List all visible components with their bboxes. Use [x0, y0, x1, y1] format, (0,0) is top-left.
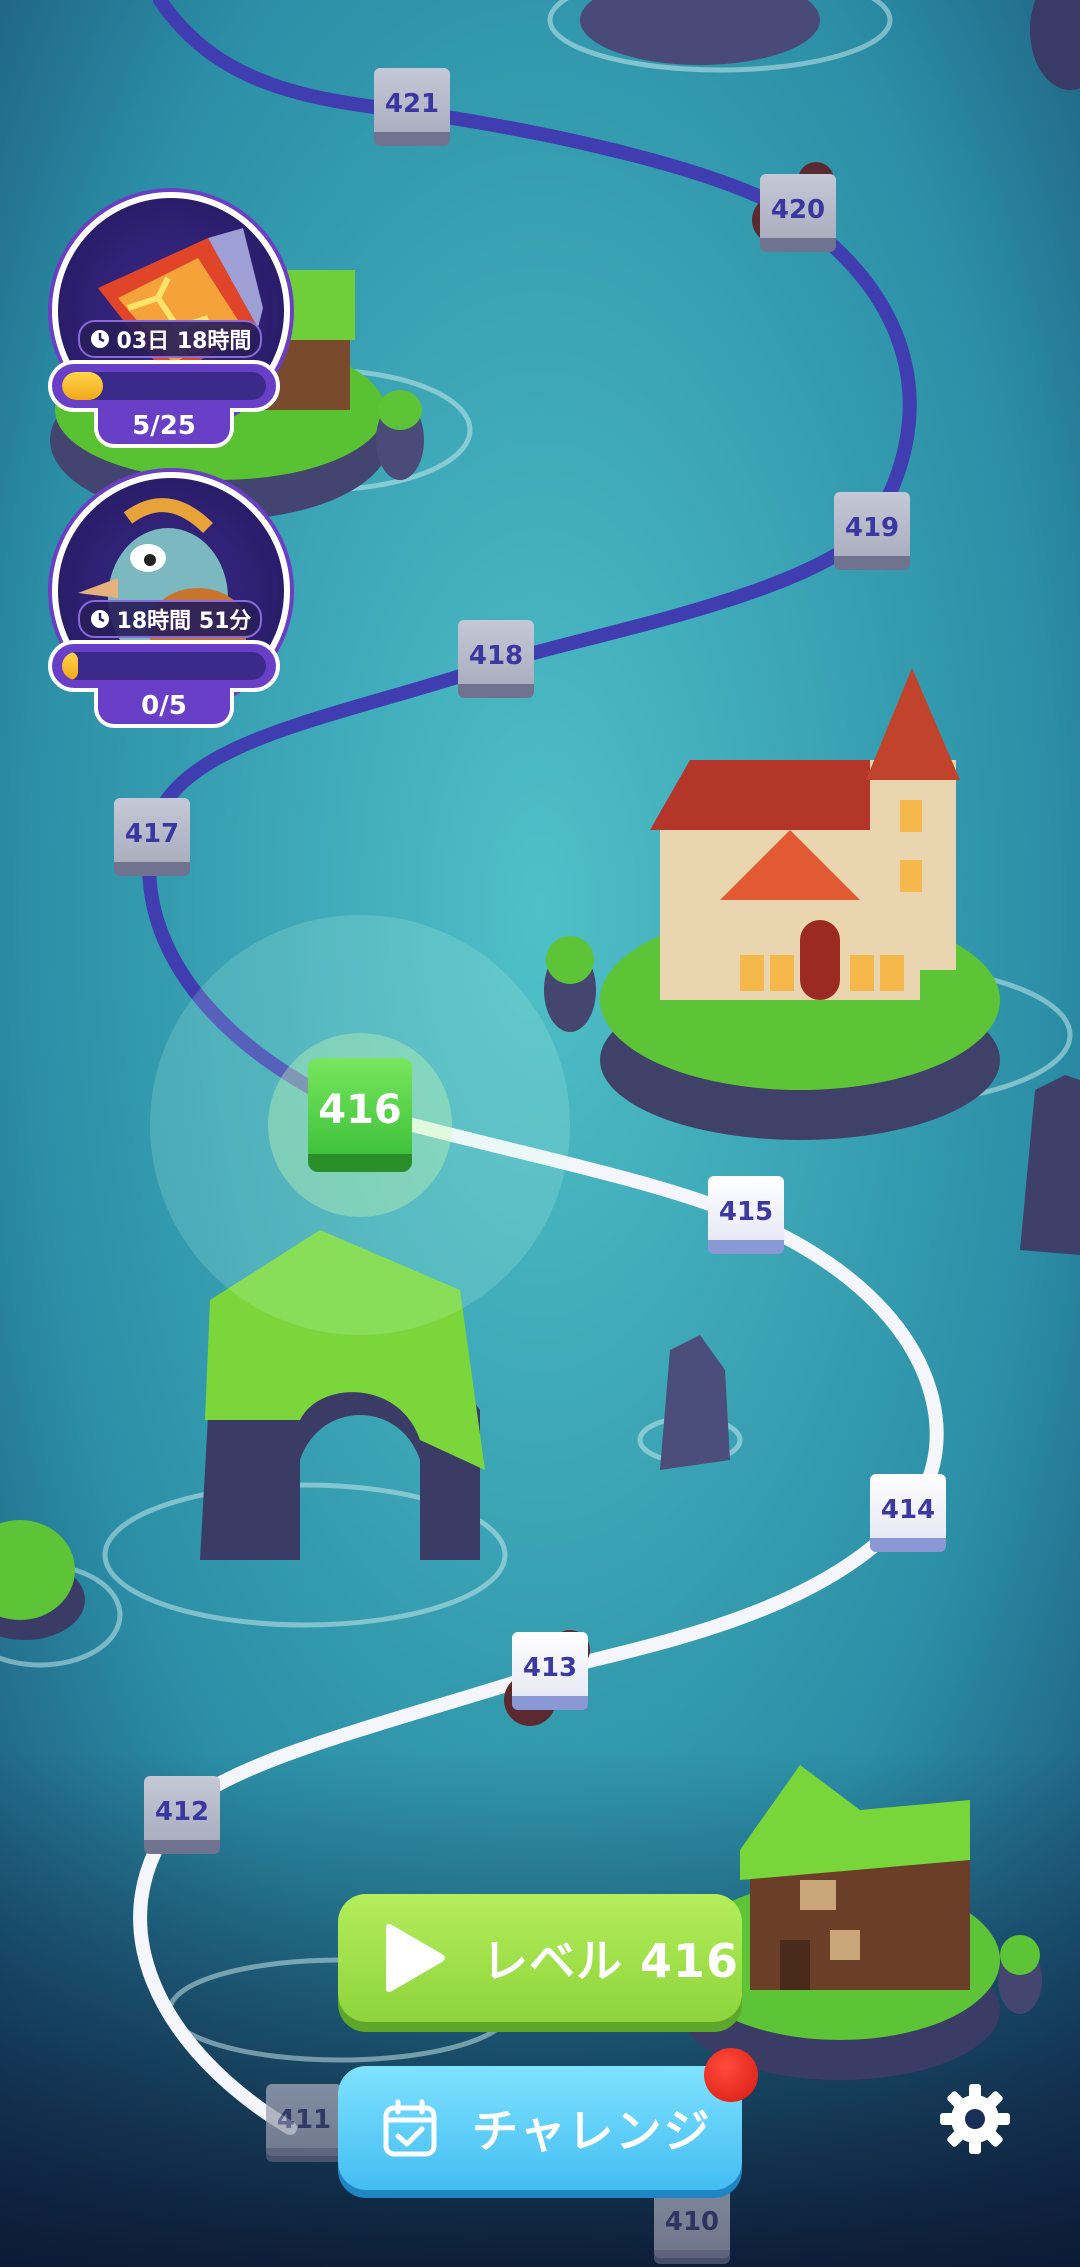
level-number: 417 — [114, 798, 190, 870]
level-number: 412 — [144, 1776, 220, 1848]
event-timer: 03日 18時間 — [78, 320, 262, 358]
level-node-421[interactable]: 421 — [374, 68, 450, 148]
level-number: 415 — [708, 1176, 784, 1248]
level-number: 413 — [512, 1632, 588, 1704]
event-lava-crystal[interactable]: 03日 18時間 5/25 — [48, 192, 290, 448]
notification-dot — [704, 2048, 758, 2102]
level-number: 420 — [760, 174, 836, 246]
event-progress-bar — [48, 640, 280, 692]
level-number: 411 — [266, 2084, 342, 2156]
challenge-button[interactable]: チャレンジ — [338, 2066, 742, 2190]
level-node-410[interactable]: 410 — [654, 2186, 730, 2266]
level-map[interactable]: 421 420 419 418 417 416 415 414 413 412 … — [0, 0, 1080, 2267]
timer-text: 03日 18時間 — [116, 329, 252, 354]
level-node-412[interactable]: 412 — [144, 1776, 220, 1856]
event-count: 5/25 — [94, 408, 234, 448]
level-node-417[interactable]: 417 — [114, 798, 190, 878]
level-number: 416 — [308, 1058, 412, 1162]
challenge-button-label: チャレンジ — [472, 2104, 712, 2158]
clock-icon — [90, 610, 109, 628]
level-node-420[interactable]: 420 — [760, 174, 836, 254]
timer-text: 18時間 51分 — [116, 609, 252, 634]
progress-fill — [62, 652, 79, 680]
settings-gear-icon[interactable] — [938, 2082, 1012, 2156]
play-button-label: レベル 416 — [482, 1934, 740, 1988]
level-node-416-current[interactable]: 416 — [308, 1058, 412, 1174]
event-bird-character[interactable]: 18時間 51分 0/5 — [48, 472, 290, 728]
event-timer: 18時間 51分 — [78, 600, 262, 638]
clock-icon — [90, 330, 109, 348]
level-number: 414 — [870, 1474, 946, 1546]
calendar-check-icon — [383, 2099, 437, 2157]
progress-fill — [62, 372, 103, 400]
play-icon — [386, 1924, 445, 1992]
level-node-415[interactable]: 415 — [708, 1176, 784, 1256]
level-node-418[interactable]: 418 — [458, 620, 534, 700]
level-node-419[interactable]: 419 — [834, 492, 910, 572]
level-number: 418 — [458, 620, 534, 692]
event-count: 0/5 — [94, 688, 234, 728]
level-number: 410 — [654, 2186, 730, 2258]
level-number: 421 — [374, 68, 450, 140]
level-node-414[interactable]: 414 — [870, 1474, 946, 1554]
play-level-button[interactable]: レベル 416 — [338, 1894, 742, 2022]
level-number: 419 — [834, 492, 910, 564]
event-progress-bar — [48, 360, 280, 412]
level-node-413[interactable]: 413 — [512, 1632, 588, 1712]
level-node-411[interactable]: 411 — [266, 2084, 342, 2164]
